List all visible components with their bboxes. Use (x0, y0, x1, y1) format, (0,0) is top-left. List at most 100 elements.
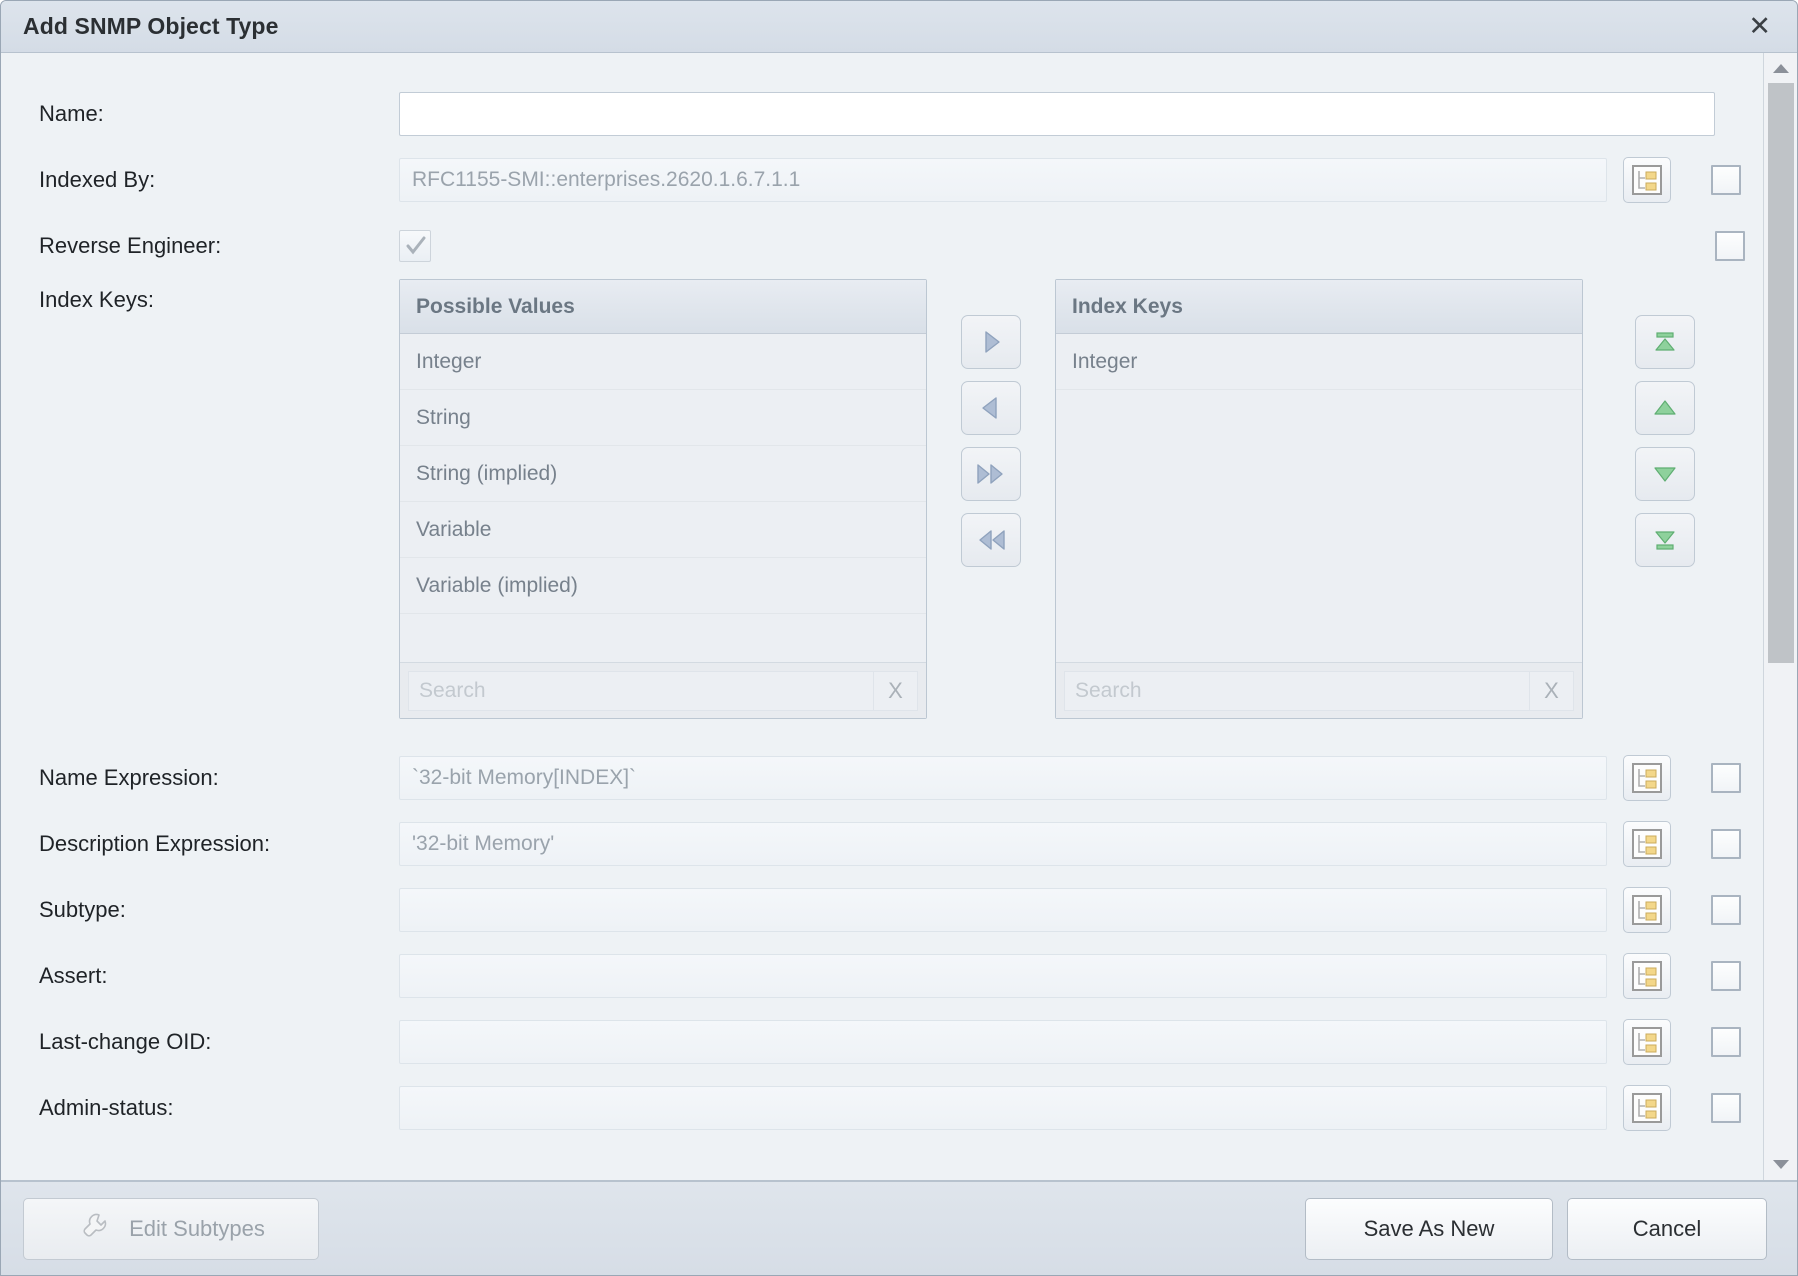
tree-browse-icon[interactable] (1623, 887, 1671, 933)
reverse-engineer-row-checkbox[interactable] (1715, 231, 1745, 261)
list-item[interactable]: Variable (implied) (400, 558, 926, 614)
move-left-icon[interactable] (961, 381, 1021, 435)
field-row-description-expression: Description Expression: (1, 811, 1763, 877)
index-keys-items: Integer (1056, 334, 1582, 662)
subtype-input[interactable] (399, 888, 1607, 932)
tree-browse-icon[interactable] (1623, 755, 1671, 801)
scroll-up-icon[interactable] (1763, 53, 1797, 83)
list-item[interactable]: Variable (400, 502, 926, 558)
scroll-down-icon[interactable] (1763, 1150, 1797, 1180)
label-assert: Assert: (39, 963, 108, 988)
dual-list-body: Possible Values Integer String String (i… (399, 279, 1763, 719)
field-area-reverse-engineer (399, 230, 1763, 262)
admin-status-checkbox[interactable] (1711, 1093, 1741, 1123)
field-row-assert: Assert: (1, 943, 1763, 1009)
tree-browse-icon[interactable] (1623, 821, 1671, 867)
move-all-left-icon[interactable] (961, 513, 1021, 567)
index-keys-header: Index Keys (1056, 280, 1582, 334)
name-input[interactable] (399, 92, 1715, 136)
cancel-button[interactable]: Cancel (1567, 1197, 1767, 1260)
field-area-description-expression (399, 821, 1763, 867)
move-up-icon[interactable] (1635, 381, 1695, 435)
wrench-icon (77, 1209, 111, 1249)
move-down-icon[interactable] (1635, 447, 1695, 501)
add-snmp-object-type-dialog: Add SNMP Object Type ✕ Name: Indexed By: (0, 0, 1798, 1276)
field-row-last-change-oid: Last-change OID: (1, 1009, 1763, 1075)
dialog-titlebar: Add SNMP Object Type ✕ (1, 1, 1797, 53)
last-change-oid-checkbox[interactable] (1711, 1027, 1741, 1057)
admin-status-input[interactable] (399, 1086, 1607, 1130)
field-area-name-expression (399, 755, 1763, 801)
assert-checkbox[interactable] (1711, 961, 1741, 991)
reverse-engineer-checkbox[interactable] (399, 230, 431, 262)
assert-input[interactable] (399, 954, 1607, 998)
close-icon[interactable]: ✕ (1740, 11, 1779, 42)
field-row-name-expression: Name Expression: (1, 745, 1763, 811)
possible-values-header: Possible Values (400, 280, 926, 334)
tree-browse-icon[interactable] (1623, 953, 1671, 999)
label-index-keys: Index Keys: (39, 287, 154, 312)
possible-values-listbox[interactable]: Possible Values Integer String String (i… (399, 279, 927, 719)
list-item[interactable]: Integer (1056, 334, 1582, 390)
field-row-index-keys: Index Keys: Possible Values Integer Stri… (1, 279, 1763, 719)
possible-values-clear-icon[interactable]: X (874, 670, 918, 711)
possible-values-search-input[interactable] (408, 670, 874, 711)
indexed-by-checkbox[interactable] (1711, 165, 1741, 195)
field-area-last-change-oid (399, 1019, 1763, 1065)
indexed-by-input[interactable] (399, 158, 1607, 202)
field-row-indexed-by: Indexed By: (1, 147, 1763, 213)
scrollbar-thumb[interactable] (1767, 83, 1794, 663)
index-keys-search-input[interactable] (1064, 670, 1530, 711)
field-row-reverse-engineer: Reverse Engineer: (1, 213, 1763, 279)
list-item[interactable]: Integer (400, 334, 926, 390)
description-expression-checkbox[interactable] (1711, 829, 1741, 859)
dialog-body: Name: Indexed By: RFC1155-SMI::enterpris… (1, 53, 1797, 1181)
tree-browse-icon[interactable] (1623, 1019, 1671, 1065)
order-button-column (1605, 279, 1725, 567)
field-area-admin-status (399, 1085, 1763, 1131)
name-expression-input[interactable] (399, 756, 1607, 800)
move-to-bottom-icon[interactable] (1635, 513, 1695, 567)
label-last-change-oid: Last-change OID: (39, 1029, 212, 1054)
description-expression-input[interactable] (399, 822, 1607, 866)
index-keys-clear-icon[interactable]: X (1530, 670, 1574, 711)
tree-browse-icon[interactable] (1623, 157, 1671, 203)
possible-values-items: Integer String String (implied) Variable… (400, 334, 926, 662)
label-name-expression: Name Expression: (39, 765, 219, 790)
scroll-content: Name: Indexed By: RFC1155-SMI::enterpris… (1, 53, 1763, 1180)
transfer-button-column (927, 279, 1055, 567)
field-area-indexed-by (399, 157, 1763, 203)
scrollbar-track[interactable] (1763, 83, 1797, 1150)
vertical-scrollbar[interactable] (1763, 53, 1797, 1180)
label-indexed-by: Indexed By: (39, 167, 156, 192)
edit-subtypes-button[interactable]: Edit Subtypes (23, 1197, 319, 1260)
last-change-oid-input[interactable] (399, 1020, 1607, 1064)
label-name: Name: (39, 101, 104, 126)
label-description-expression: Description Expression: (39, 831, 271, 856)
tree-browse-icon[interactable] (1623, 1085, 1671, 1131)
field-area-assert (399, 953, 1763, 999)
possible-values-search-row: X (400, 662, 926, 718)
dialog-title: Add SNMP Object Type (23, 13, 279, 39)
move-right-icon[interactable] (961, 315, 1021, 369)
field-area-name (399, 92, 1763, 136)
label-subtype: Subtype: (39, 897, 126, 922)
footer-actions: Save As New Cancel (1305, 1197, 1767, 1260)
dialog-footer: Edit Subtypes Save As New Cancel (1, 1181, 1797, 1275)
index-keys-listbox[interactable]: Index Keys Integer X (1055, 279, 1583, 719)
field-row-admin-status: Admin-status: (1, 1075, 1763, 1141)
field-area-subtype (399, 887, 1763, 933)
subtype-checkbox[interactable] (1711, 895, 1741, 925)
list-item[interactable]: String (400, 390, 926, 446)
move-all-right-icon[interactable] (961, 447, 1021, 501)
save-as-new-button[interactable]: Save As New (1305, 1197, 1553, 1260)
name-expression-checkbox[interactable] (1711, 763, 1741, 793)
field-row-subtype: Subtype: (1, 877, 1763, 943)
label-admin-status: Admin-status: (39, 1095, 174, 1120)
index-keys-search-row: X (1056, 662, 1582, 718)
label-reverse-engineer: Reverse Engineer: (39, 233, 222, 258)
move-to-top-icon[interactable] (1635, 315, 1695, 369)
edit-subtypes-label: Edit Subtypes (129, 1215, 265, 1241)
list-item[interactable]: String (implied) (400, 446, 926, 502)
snmp-form: Name: Indexed By: RFC1155-SMI::enterpris… (1, 53, 1763, 1141)
